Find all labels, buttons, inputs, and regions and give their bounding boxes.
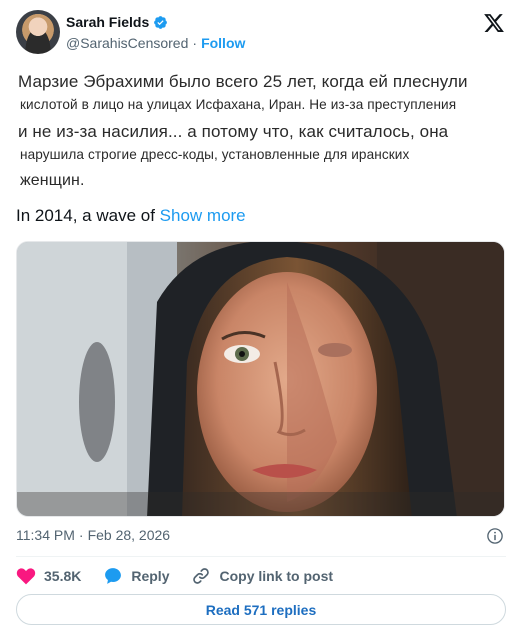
x-logo-icon[interactable] (483, 12, 505, 34)
author-handle-row: @SarahisCensored · Follow (66, 35, 245, 51)
reply-button[interactable]: Reply (103, 566, 169, 586)
post-text: In 2014, a wave of Show more (16, 206, 246, 226)
post-time: 11:34 PM (16, 527, 75, 543)
reply-bubble-icon (105, 568, 122, 584)
quoted-russian-text: Марзие Эбрахими было всего 25 лет, когда… (18, 72, 510, 197)
quoted-text-line: кислотой в лицо на улицах Исфахана, Иран… (20, 97, 457, 112)
link-icon (193, 568, 210, 584)
author-handle[interactable]: @SarahisCensored (66, 35, 188, 51)
info-icon[interactable] (486, 527, 504, 545)
read-replies-button[interactable]: Read 571 replies (16, 594, 506, 625)
divider (16, 556, 506, 557)
post-photo[interactable] (16, 241, 505, 517)
show-more-link[interactable]: Show more (160, 206, 246, 225)
portrait-illustration (17, 242, 504, 516)
author-name-row: Sarah Fields (66, 14, 168, 30)
follow-button[interactable]: Follow (201, 35, 245, 51)
post-body: In 2014, a wave of (16, 206, 160, 225)
avatar[interactable] (16, 10, 60, 54)
author-name[interactable]: Sarah Fields (66, 14, 149, 30)
separator-dot: · (192, 35, 198, 51)
post-date: Feb 28, 2026 (87, 527, 171, 543)
like-count: 35.8K (44, 568, 82, 584)
post-timestamp[interactable]: 11:34 PM · Feb 28, 2026 (16, 527, 170, 543)
like-button[interactable]: 35.8K (16, 566, 81, 586)
quoted-text-line: и не из-за насилия... а потому что, как … (18, 122, 449, 141)
quoted-text-line: Марзие Эбрахими было всего 25 лет, когда… (18, 72, 468, 91)
embedded-post-card: Sarah Fields @SarahisCensored · Follow М… (0, 0, 522, 640)
reply-label: Reply (131, 568, 170, 584)
quoted-text-line: женщин. (20, 172, 85, 189)
copy-link-button[interactable]: Copy link to post (191, 566, 333, 586)
copy-link-label: Copy link to post (219, 568, 334, 584)
heart-icon (16, 568, 36, 585)
separator-dot: · (78, 527, 84, 543)
quoted-text-line: нарушила строгие дресс-коды, установленн… (20, 147, 410, 162)
verified-badge-icon (154, 15, 168, 29)
post-actions: 35.8K Reply Copy link to post (16, 564, 355, 588)
